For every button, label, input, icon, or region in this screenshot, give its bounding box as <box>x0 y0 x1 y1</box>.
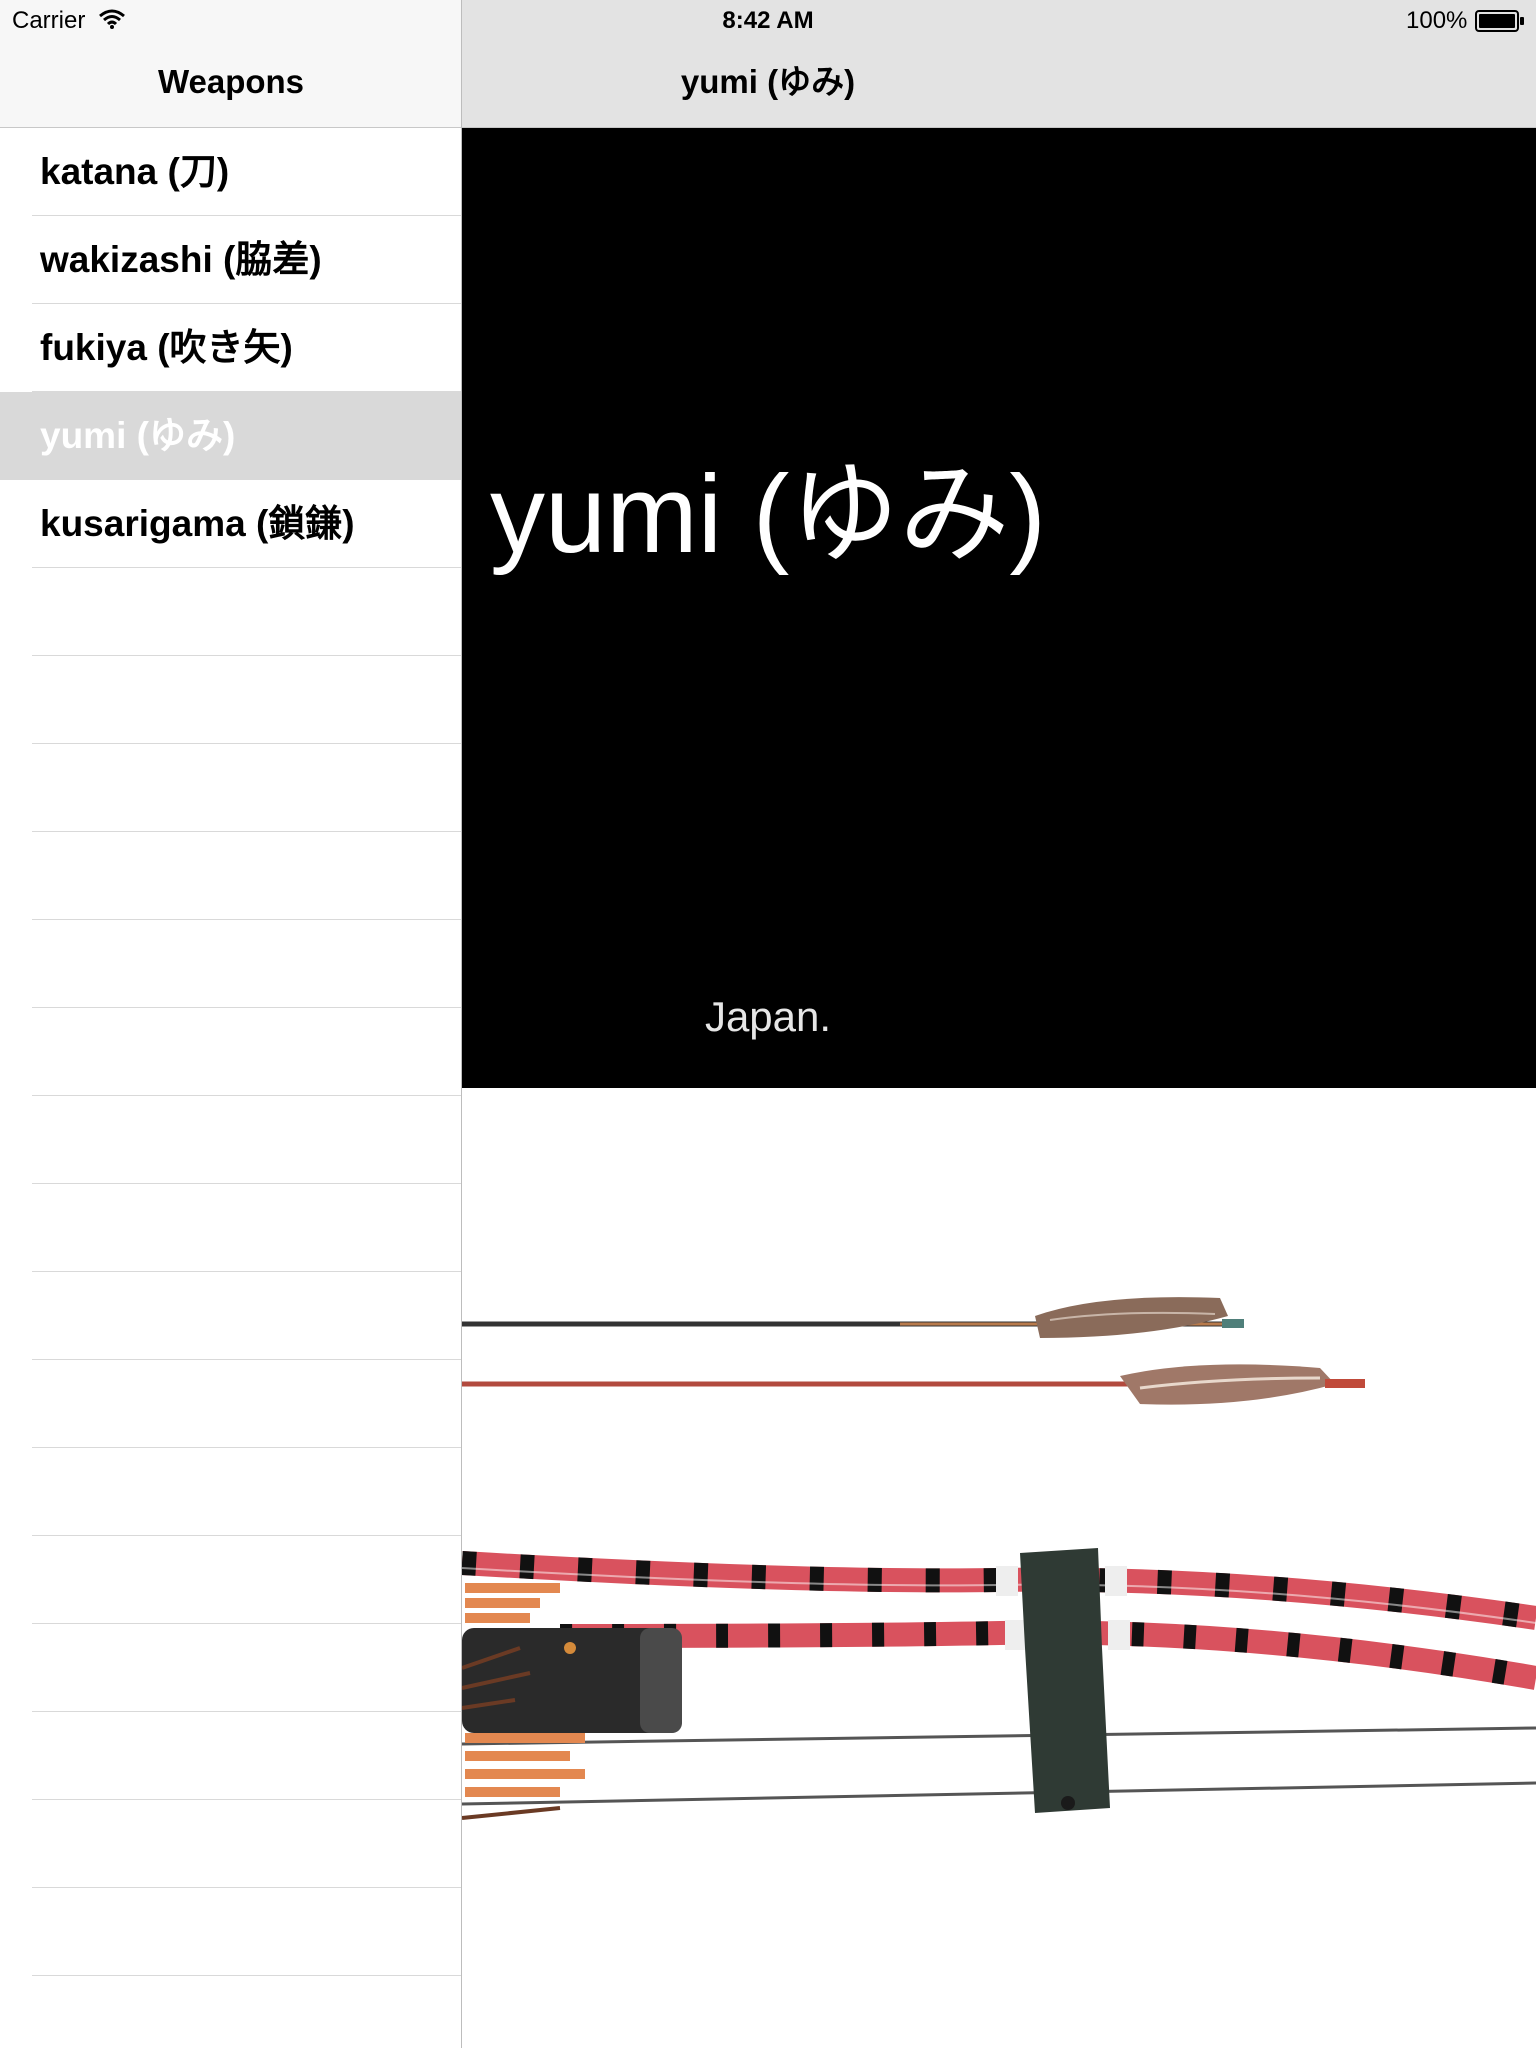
weapons-list: katana (刀) wakizashi (脇差) fukiya (吹き矢) y… <box>0 128 461 2048</box>
battery-icon <box>1475 10 1524 32</box>
empty-list-row <box>0 920 461 1008</box>
list-item-yumi[interactable]: yumi (ゆみ) <box>0 392 461 480</box>
list-item-fukiya[interactable]: fukiya (吹き矢) <box>0 304 461 392</box>
list-item-kusarigama[interactable]: kusarigama (鎖鎌) <box>0 480 461 568</box>
empty-list-row <box>0 1448 461 1536</box>
list-item-katana[interactable]: katana (刀) <box>0 128 461 216</box>
list-item-label: fukiya (吹き矢) <box>40 327 293 368</box>
empty-list-row <box>0 656 461 744</box>
battery-percentage: 100% <box>1406 7 1468 34</box>
quiver <box>461 1583 682 1820</box>
empty-list-row <box>0 1888 461 1976</box>
empty-list-row <box>0 1624 461 1712</box>
list-item-wakizashi[interactable]: wakizashi (脇差) <box>0 216 461 304</box>
empty-rows <box>0 568 461 2048</box>
empty-list-row <box>0 1272 461 1360</box>
arrow-red <box>462 1364 1365 1405</box>
master-title: Weapons <box>157 63 305 100</box>
empty-list-row <box>0 1712 461 1800</box>
status-time: 8:42 AM <box>722 7 814 34</box>
empty-list-row <box>0 1360 461 1448</box>
status-bar: Carrier 8:42 AM 100% <box>0 0 1536 40</box>
empty-list-row <box>0 568 461 656</box>
empty-list-row <box>0 1976 461 2048</box>
detail-title: yumi (ゆみ) <box>680 63 856 100</box>
list-item-label: katana (刀) <box>40 151 230 192</box>
empty-list-row <box>0 1184 461 1272</box>
arrow-dark <box>462 1297 1244 1338</box>
master-pane: Weapons katana (刀) wakizashi (脇差) fukiya… <box>0 0 462 2048</box>
list-item-label: yumi (ゆみ) <box>40 415 236 456</box>
empty-list-row <box>0 832 461 920</box>
empty-list-row <box>0 1536 461 1624</box>
list-item-label: kusarigama (鎖鎌) <box>40 503 355 544</box>
empty-list-row <box>0 744 461 832</box>
empty-list-row <box>0 1008 461 1096</box>
bow-grip <box>1020 1548 1110 1813</box>
empty-list-row <box>0 1800 461 1888</box>
empty-list-row <box>0 1096 461 1184</box>
list-item-label: wakizashi (脇差) <box>40 239 322 280</box>
